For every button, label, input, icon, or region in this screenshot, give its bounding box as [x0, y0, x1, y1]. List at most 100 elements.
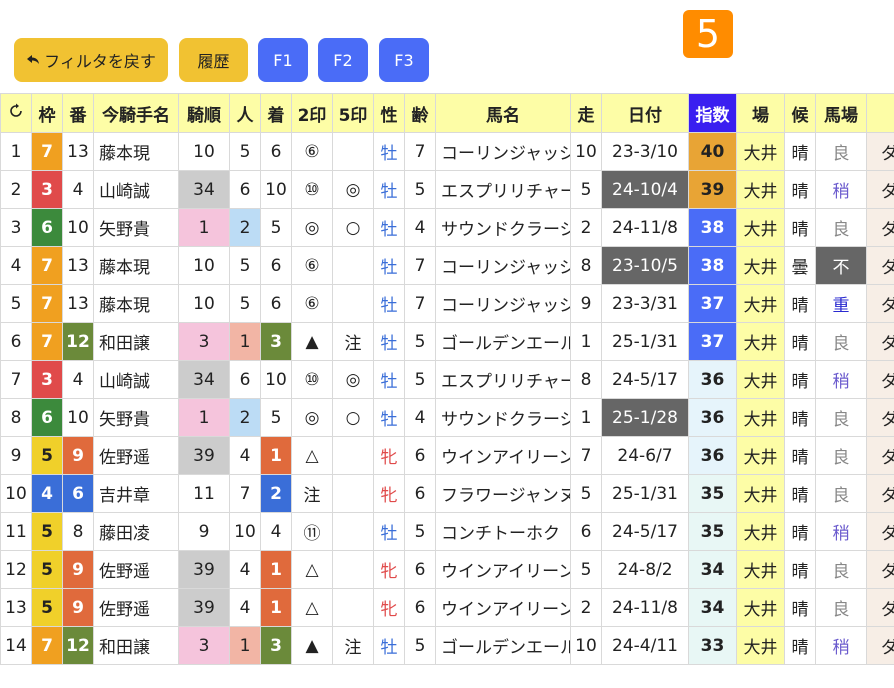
column-header[interactable]: 場	[736, 93, 785, 133]
age: 5	[404, 170, 436, 209]
table-row[interactable]: 1046吉井章1172注牝6フラワージャンヌ525-1/3135大井晴良ダ	[0, 474, 894, 513]
column-header[interactable]: 日付	[601, 93, 689, 133]
column-header[interactable]: 性	[373, 93, 405, 133]
popularity: 6	[229, 170, 261, 209]
jockey-rank: 34	[178, 170, 230, 209]
race-date: 24-6/7	[601, 436, 689, 475]
popularity: 5	[229, 284, 261, 323]
race-date: 25-1/28	[601, 398, 689, 437]
gate-number: 6	[31, 398, 63, 437]
table-row[interactable]: 234山崎誠34610⑩◎牡5エスプリリチャード524-10/439大井晴稍ダ	[0, 170, 894, 209]
column-header[interactable]: 騎順	[178, 93, 230, 133]
table-header-row: 枠番今騎手名 騎順人着 2印 5印性齢馬名走日付 指数場候馬場	[0, 93, 894, 133]
table-row[interactable]: 1259佐野遥3941△牝6ウインアイリーン524-8/234大井晴良ダ	[0, 550, 894, 589]
table-row[interactable]: 3610矢野貴125◎○牡4サウンドクラージュ224-11/838大井晴良ダ	[0, 208, 894, 247]
gate-number: 3	[31, 170, 63, 209]
popularity: 1	[229, 626, 261, 665]
gate-number: 7	[31, 132, 63, 171]
row-number: 10	[0, 474, 32, 513]
column-header[interactable]: 指数	[688, 93, 737, 133]
weather: 晴	[784, 360, 816, 399]
popularity: 1	[229, 322, 261, 361]
column-header[interactable]: 2印	[291, 93, 333, 133]
age: 6	[404, 474, 436, 513]
column-header[interactable]: 着	[260, 93, 292, 133]
column-header[interactable]	[866, 93, 894, 133]
column-header[interactable]: 走	[570, 93, 602, 133]
horse-number: 10	[62, 398, 94, 437]
toolbar: フィルタを戻す 履歴 F1 F2 F3 5	[0, 0, 894, 92]
jockey-name: 矢野貴	[93, 398, 179, 437]
gate-number: 7	[31, 626, 63, 665]
table-row[interactable]: 5713藤本現1056⑥牡7コーリンジャッジ923-3/3137大井晴重ダ	[0, 284, 894, 323]
f3-button[interactable]: F3	[379, 38, 429, 82]
race-date: 24-4/11	[601, 626, 689, 665]
jockey-rank: 3	[178, 322, 230, 361]
column-header[interactable]: 齢	[404, 93, 436, 133]
refresh-icon[interactable]	[0, 93, 32, 133]
result-table: 枠番今騎手名 騎順人着 2印 5印性齢馬名走日付 指数場候馬場 1 7 13 藤本現 10 5 6 ⑥…	[0, 93, 894, 665]
horse-number: 9	[62, 436, 94, 475]
column-header[interactable]: 馬場	[815, 93, 867, 133]
mark-2: ⑩	[291, 360, 333, 399]
index-value: 38	[688, 246, 737, 285]
mark-2: ◎	[291, 398, 333, 437]
jockey-name: 吉井章	[93, 474, 179, 513]
index-value: 33	[688, 626, 737, 665]
table-row[interactable]: 8610矢野貴125◎○牡4サウンドクラージュ125-1/2836大井晴良ダ	[0, 398, 894, 437]
table-row[interactable]: 1158藤田凌9104⑪牡5コンチトーホク624-5/1735大井晴稍ダ	[0, 512, 894, 551]
age: 7	[404, 284, 436, 323]
index-value: 37	[688, 322, 737, 361]
table-row[interactable]: 14712和田譲313▲注牡5ゴールデンエール1024-4/1133大井晴稍ダ	[0, 626, 894, 665]
horse-name: フラワージャンヌ	[435, 474, 571, 513]
track-condition: 良	[815, 474, 867, 513]
column-header[interactable]: 番	[62, 93, 94, 133]
f2-button[interactable]: F2	[318, 38, 368, 82]
column-header[interactable]: 候	[784, 93, 816, 133]
row-number: 7	[0, 360, 32, 399]
table-row[interactable]: 1359佐野遥3941△ 牝6ウインアイリーン224-11/834大井晴良ダ	[0, 588, 894, 627]
jockey-name: 藤本現	[93, 246, 179, 285]
mark-5	[332, 436, 374, 475]
venue: 大井	[736, 246, 785, 285]
row-number: 2	[0, 170, 32, 209]
finish-position: 5	[260, 398, 292, 437]
column-header[interactable]: 人	[229, 93, 261, 133]
surface: ダ	[866, 170, 894, 209]
row-number: 13	[0, 588, 32, 627]
popularity: 7	[229, 474, 261, 513]
history-button[interactable]: 履歴	[179, 38, 248, 82]
finish-position: 6	[260, 284, 292, 323]
age: 7	[404, 132, 436, 171]
popularity: 4	[229, 550, 261, 589]
column-header[interactable]: 枠	[31, 93, 63, 133]
column-header[interactable]: 5印	[332, 93, 374, 133]
mark-5: ○	[332, 398, 374, 437]
surface: ダ	[866, 284, 894, 323]
column-header[interactable]: 馬名	[435, 93, 571, 133]
surface: ダ	[866, 550, 894, 589]
index-value: 34	[688, 588, 737, 627]
back-filter-button[interactable]: フィルタを戻す	[14, 38, 168, 82]
mark-5	[332, 284, 374, 323]
table-row[interactable]: 1713藤本現1056⑥牡7コーリンジャッジ1023-3/1040大井晴良ダ	[0, 132, 894, 171]
weather: 晴	[784, 132, 816, 171]
jockey-rank: 10	[178, 132, 230, 171]
mark-2: △	[291, 588, 333, 627]
gate-number: 5	[31, 512, 63, 551]
gate-number: 5	[31, 588, 63, 627]
table-row[interactable]: 6712和田譲313▲注牡5ゴールデンエール125-1/3137大井晴良ダ	[0, 322, 894, 361]
venue: 大井	[736, 588, 785, 627]
age: 6	[404, 588, 436, 627]
horse-name: ゴールデンエール	[435, 626, 571, 665]
age: 6	[404, 436, 436, 475]
age: 6	[404, 550, 436, 589]
race-date: 24-10/4	[601, 170, 689, 209]
column-header[interactable]: 今騎手名	[93, 93, 179, 133]
age: 4	[404, 398, 436, 437]
race-date: 24-5/17	[601, 360, 689, 399]
f1-button[interactable]: F1	[258, 38, 308, 82]
table-row[interactable]: 734山崎誠34610⑩◎牡5エスプリリチャード824-5/1736大井晴稍ダ	[0, 360, 894, 399]
table-row[interactable]: 4713藤本現1056⑥牡7コーリンジャッジ823-10/538大井曇不ダ	[0, 246, 894, 285]
table-row[interactable]: 959佐野遥3941△牝6ウインアイリーン724-6/736大井晴良ダ	[0, 436, 894, 475]
